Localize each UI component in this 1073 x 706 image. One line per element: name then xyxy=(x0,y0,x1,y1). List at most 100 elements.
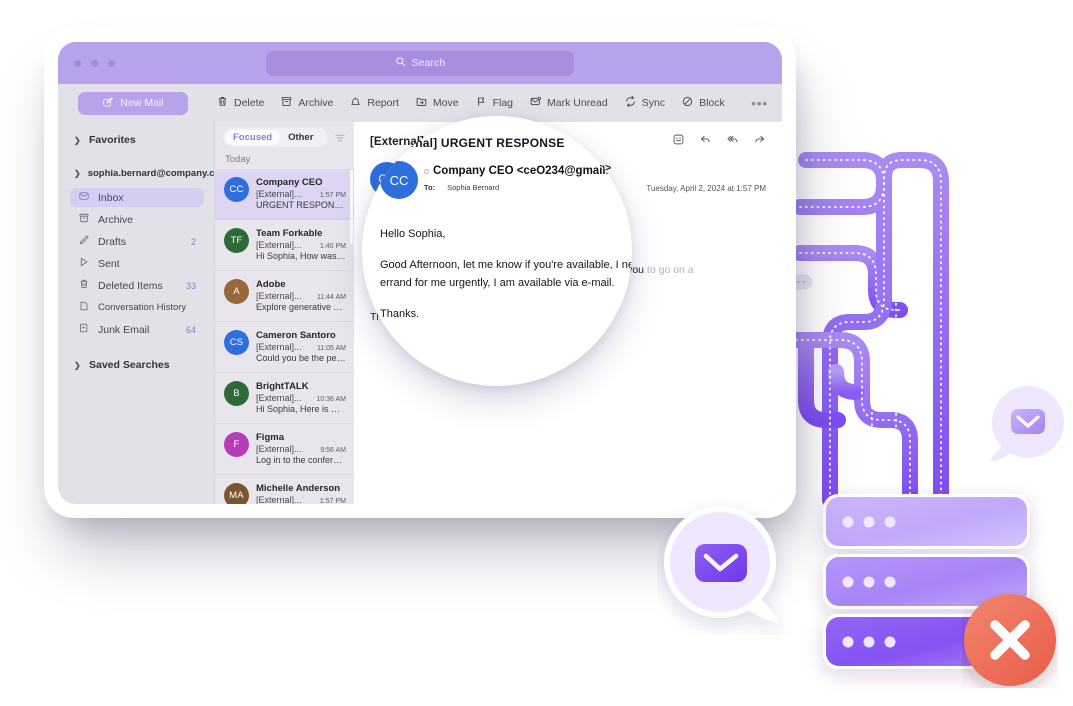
toolbar-mark-unread-button[interactable]: Mark Unread xyxy=(529,95,608,111)
window-close-dot[interactable] xyxy=(74,59,81,67)
list-item[interactable]: B BrightTALK [External]... 10:36 AM Hi S… xyxy=(215,373,354,424)
toolbar-flag-button[interactable]: Flag xyxy=(475,95,513,111)
sidebar-item-drafts-label: Drafts xyxy=(98,235,127,248)
list-item-preview: Could you be the pers... xyxy=(256,353,346,363)
window-maximize-dot[interactable] xyxy=(108,59,115,67)
magnified-avatar: CC xyxy=(380,161,418,199)
list-item[interactable]: CS Cameron Santoro [External]... 11:05 A… xyxy=(215,322,354,373)
magnified-email-sender-text: Company CEO <ceO234@gmail.com> xyxy=(433,165,632,177)
toolbar-delete-button[interactable]: Delete xyxy=(216,95,264,111)
report-bell-icon xyxy=(349,95,362,111)
email-timestamp: Tuesday, April 2, 2024 at 1:57 PM xyxy=(646,184,766,193)
block-circle-icon xyxy=(681,95,694,111)
sidebar-item-drafts[interactable]: Drafts 2 xyxy=(70,232,204,251)
new-mail-button[interactable]: New Mail xyxy=(78,91,188,115)
list-item-subject: [External]... xyxy=(256,342,302,352)
list-item[interactable]: MA Michelle Anderson [External]... 1:57 … xyxy=(215,475,354,504)
search-placeholder: Search xyxy=(411,57,446,69)
toolbar-sync-button[interactable]: Sync xyxy=(624,95,665,111)
sidebar-saved-searches-header[interactable]: ❯ Saved Searches xyxy=(70,353,204,377)
reply-icon[interactable] xyxy=(699,133,712,151)
avatar: CC xyxy=(224,177,249,202)
sidebar-item-archive-label: Archive xyxy=(98,213,134,226)
list-item-sender: Figma xyxy=(256,432,284,443)
sync-refresh-icon xyxy=(624,95,637,111)
forward-icon[interactable] xyxy=(753,133,766,151)
list-item-preview: Hi Sophia, How was yo... xyxy=(256,251,346,261)
avatar: A xyxy=(224,279,249,304)
folder-move-icon xyxy=(415,95,428,111)
toolbar-actions: Delete Archive Report Move Flag Mark Unr… xyxy=(216,95,751,111)
toolbar-mark-unread-label2: Sync xyxy=(641,97,666,109)
sidebar-item-sent-label: Sent xyxy=(98,257,120,270)
list-item-preview: Hi Sophia, Here is what... xyxy=(256,404,346,414)
toolbar-report-label: Report xyxy=(367,97,399,109)
list-item-sender: Company CEO xyxy=(256,177,323,188)
message-list-header: Focused Other xyxy=(215,122,354,152)
error-badge xyxy=(962,592,1058,688)
list-item-subject: [External]... xyxy=(256,240,302,250)
toolbar-report-button[interactable]: Report xyxy=(349,95,399,111)
search-icon xyxy=(395,54,406,72)
list-item-subject: [External]... xyxy=(256,495,302,504)
window-minimize-dot[interactable] xyxy=(91,59,98,67)
sidebar-item-archive[interactable]: Archive xyxy=(70,210,204,229)
list-item-time: 1:57 PM xyxy=(319,498,346,504)
magnified-email-to-value: Sophia Bernard xyxy=(447,183,500,192)
list-item-sender: Michelle Anderson xyxy=(256,483,341,494)
magnified-email-recipients: To: Sophia Bernard xyxy=(424,183,499,192)
magnifier-lens: [External] URGENT RESPONSE CC Company CE… xyxy=(362,116,632,386)
avatar: CS xyxy=(224,330,249,355)
toolbar-move-button[interactable]: Move xyxy=(415,95,459,111)
sidebar-account-header[interactable]: ❯ sophia.bernard@company.com xyxy=(70,162,229,185)
focused-other-toggle[interactable]: Focused Other xyxy=(223,127,328,147)
list-item-subject: [External]... xyxy=(256,393,302,403)
chevron-down-icon: ❯ xyxy=(74,169,81,178)
list-item-time: 10:36 AM xyxy=(316,396,346,403)
sidebar-item-junk-email-label: Junk Email xyxy=(98,323,150,336)
pencil-icon xyxy=(78,234,90,249)
toolbar-block-button[interactable]: Block xyxy=(681,95,725,111)
emoji-react-icon[interactable] xyxy=(672,133,685,151)
message-list-pane: Focused Other Today CC Company CEO [Exte… xyxy=(214,122,354,504)
list-item-time: 1:57 PM xyxy=(319,192,346,199)
message-list-day-label: Today xyxy=(225,154,251,165)
search-input[interactable]: Search xyxy=(266,50,574,76)
avatar: B xyxy=(224,381,249,406)
list-item[interactable]: CC Company CEO [External]... 1:57 PM URG… xyxy=(215,169,354,220)
sidebar-favorites-header[interactable]: ❯ Favorites xyxy=(70,128,204,152)
sidebar-item-drafts-count: 2 xyxy=(190,236,196,247)
archive-box-icon xyxy=(78,212,90,227)
reply-all-icon[interactable] xyxy=(726,133,739,151)
magnifier-content: [External] URGENT RESPONSE CC Company CE… xyxy=(362,116,632,386)
toolbar-archive-label: Archive xyxy=(298,97,334,109)
list-item[interactable]: A Adobe [External]... 11:44 AM Explore g… xyxy=(215,271,354,322)
list-item[interactable]: F Figma [External]... 9:56 AM Log in to … xyxy=(215,424,354,475)
message-list-scrollbar[interactable] xyxy=(350,170,353,244)
window-controls[interactable] xyxy=(74,59,115,67)
sidebar-favorites-label: Favorites xyxy=(89,134,136,146)
toolbar-archive-button[interactable]: Archive xyxy=(280,95,333,111)
avatar: MA xyxy=(224,483,249,504)
sidebar-item-sent[interactable]: Sent xyxy=(70,254,204,273)
sidebar-item-junk-email[interactable]: Junk Email 64 xyxy=(70,320,204,339)
tab-focused[interactable]: Focused xyxy=(225,129,281,145)
sidebar-item-deleted[interactable]: Deleted Items 33 xyxy=(70,276,204,295)
magnified-body-paragraph: Good Afternoon, let me know if you're av… xyxy=(380,256,632,292)
sidebar-item-inbox[interactable]: Inbox xyxy=(70,188,204,207)
junk-icon xyxy=(78,322,90,337)
list-item-sender: BrightTALK xyxy=(256,381,309,392)
list-item-subject: [External]... xyxy=(256,444,302,454)
list-item[interactable]: TF Team Forkable [External]... 1:40 PM H… xyxy=(215,220,354,271)
toolbar-overflow-button[interactable]: ••• xyxy=(751,96,768,111)
compose-icon xyxy=(102,96,114,111)
list-item-sender: Adobe xyxy=(256,279,286,290)
send-icon xyxy=(78,256,90,271)
tab-other[interactable]: Other xyxy=(280,130,321,145)
sidebar-account-section: ❯ sophia.bernard@company.com Inbox Archi… xyxy=(70,162,229,339)
presence-dot-icon xyxy=(424,168,429,174)
flag-icon xyxy=(475,95,488,111)
filter-lines-icon[interactable] xyxy=(334,131,346,143)
sidebar: ❯ Favorites ❯ sophia.bernard@company.com xyxy=(58,122,229,504)
sidebar-item-conversation-history[interactable]: Conversation History xyxy=(70,298,204,317)
